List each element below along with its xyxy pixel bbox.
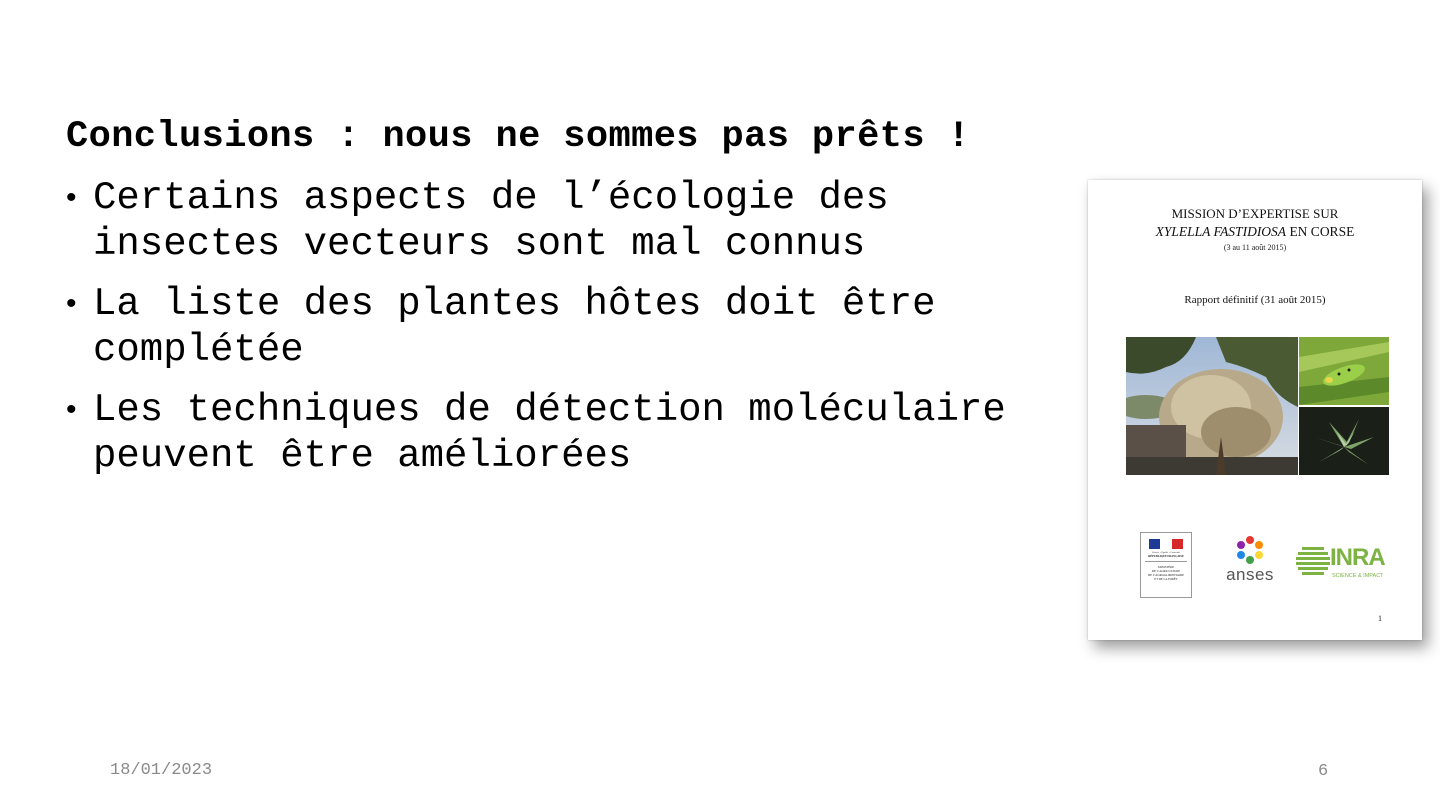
anses-flower-icon	[1237, 536, 1263, 564]
bullet-text-line2: complétée	[93, 328, 304, 372]
bullet-item: • Les techniques de détection moléculair…	[66, 387, 1086, 479]
bullet-text-line2: peuvent être améliorées	[93, 434, 632, 478]
slide-title: Conclusions : nous ne sommes pas prêts !	[66, 116, 971, 158]
plant-photo	[1299, 407, 1389, 475]
anses-wordmark: anses	[1226, 565, 1274, 584]
report-cover-image: MISSION D’EXPERTISE SUR XYLELLA FASTIDIO…	[1088, 180, 1422, 640]
inra-stripes-icon	[1296, 547, 1330, 575]
footer-date: 18/01/2023	[110, 761, 213, 780]
ministry-logo: Liberté • Égalité • Fraternité RÉPUBLIQU…	[1140, 532, 1192, 598]
bullet-item: • Certains aspects de l’écologie des ins…	[66, 175, 1086, 267]
inra-tagline: SCIENCE & IMPACT	[1332, 573, 1384, 579]
report-page-number: 1	[1378, 614, 1382, 623]
inra-logo: INRA SCIENCE & IMPACT	[1296, 544, 1388, 584]
bullet-dot-icon: •	[66, 287, 77, 320]
bullet-text-line2: insectes vecteurs sont mal connus	[93, 222, 866, 266]
report-dates: (3 au 11 août 2015)	[1223, 243, 1287, 252]
bullet-dot-icon: •	[66, 393, 77, 426]
bullet-list: • Certains aspects de l’écologie des ins…	[66, 175, 1086, 493]
bullet-text-line1: Certains aspects de l’écologie des	[93, 176, 889, 220]
shrub-photo	[1126, 337, 1298, 475]
report-title-line1: MISSION D’EXPERTISE SUR	[1171, 206, 1339, 221]
report-title-place: EN CORSE	[1286, 224, 1355, 239]
insect-photo	[1299, 337, 1389, 405]
report-title-species: XYLELLA FASTIDIOSA	[1155, 224, 1287, 239]
bullet-item: • La liste des plantes hôtes doit être c…	[66, 281, 1086, 373]
anses-logo: anses	[1218, 535, 1282, 595]
french-flag-icon	[1149, 539, 1183, 549]
bullet-text-line1: La liste des plantes hôtes doit être	[93, 282, 936, 326]
report-title-line2: XYLELLA FASTIDIOSA EN CORSE	[1088, 224, 1422, 240]
bullet-dot-icon: •	[66, 181, 77, 214]
bullet-text-line1: Les techniques de détection moléculaire	[93, 388, 1006, 432]
ministry-name: MINISTÈRE DE L’AGRICULTURE DE L’AGROALIM…	[1147, 565, 1185, 581]
ministry-republic: RÉPUBLIQUE FRANÇAISE	[1148, 555, 1184, 558]
inra-wordmark: INRA	[1330, 544, 1386, 571]
ministry-motto: Liberté • Égalité • Fraternité	[1151, 551, 1181, 554]
report-subtitle: Rapport définitif (31 août 2015)	[1184, 294, 1326, 306]
slide-number: 6	[1318, 762, 1329, 781]
